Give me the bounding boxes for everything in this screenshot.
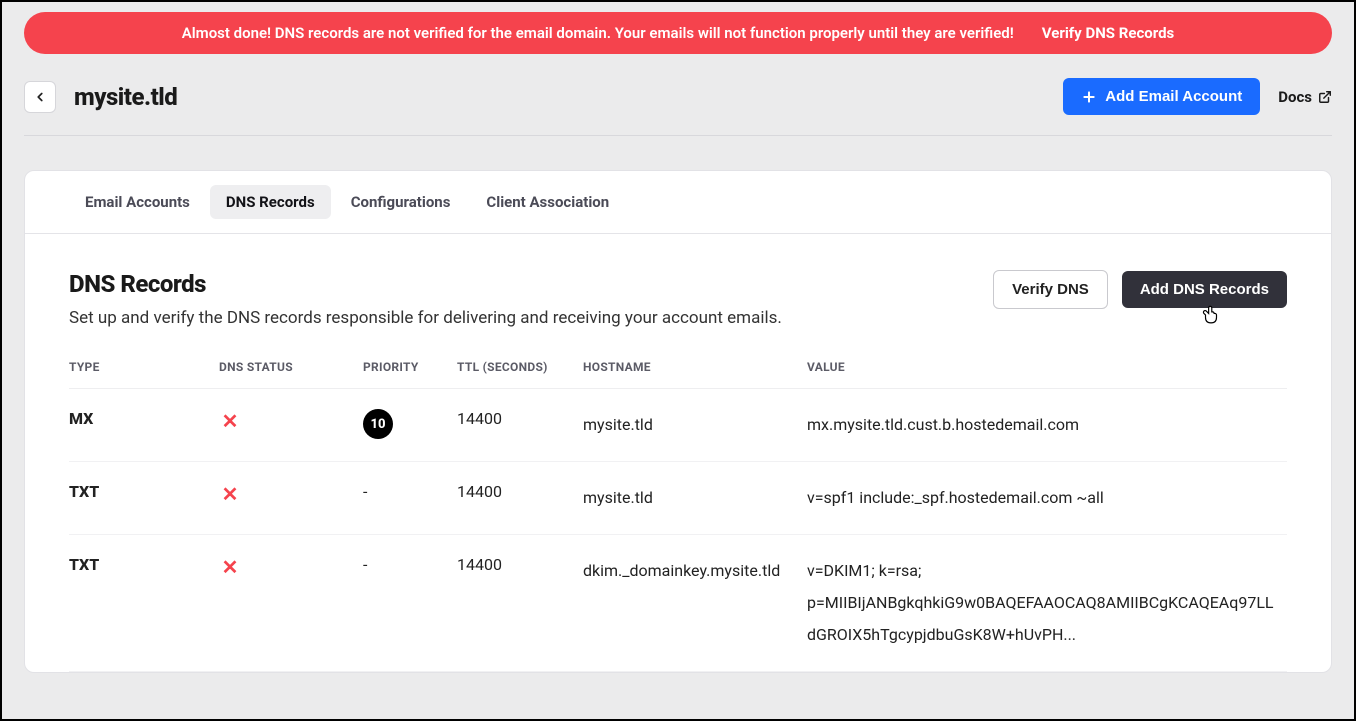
section-desc: Set up and verify the DNS records respon… bbox=[69, 308, 782, 328]
status-fail-icon: ✕ bbox=[219, 555, 241, 579]
col-ttl: TTL (SECONDS) bbox=[457, 348, 583, 389]
add-email-account-button[interactable]: Add Email Account bbox=[1063, 78, 1260, 115]
page-title: mysite.tld bbox=[74, 83, 1045, 111]
section-title: DNS Records bbox=[69, 270, 782, 298]
tab-configurations[interactable]: Configurations bbox=[335, 185, 467, 219]
page-header: mysite.tld Add Email Account Docs bbox=[24, 54, 1332, 136]
plus-icon bbox=[1081, 89, 1097, 105]
add-dns-records-button[interactable]: Add DNS Records bbox=[1122, 271, 1287, 308]
alert-message: Almost done! DNS records are not verifie… bbox=[182, 24, 1014, 42]
col-status: DNS STATUS bbox=[219, 348, 363, 389]
cell-type: MX bbox=[69, 389, 219, 462]
chevron-left-icon bbox=[33, 90, 47, 104]
table-row: TXT ✕ - 14400 dkim._domainkey.mysite.tld… bbox=[69, 535, 1287, 672]
table-row: TXT ✕ - 14400 mysite.tld v=spf1 include:… bbox=[69, 462, 1287, 535]
external-link-icon bbox=[1318, 90, 1332, 104]
dns-alert-banner: Almost done! DNS records are not verifie… bbox=[24, 12, 1332, 54]
cell-type: TXT bbox=[69, 535, 219, 672]
col-type: TYPE bbox=[69, 348, 219, 389]
col-value: VALUE bbox=[807, 348, 1287, 389]
cell-value: v=spf1 include:_spf.hostedemail.com ~all bbox=[807, 462, 1287, 535]
status-fail-icon: ✕ bbox=[219, 482, 241, 506]
cell-type: TXT bbox=[69, 462, 219, 535]
main-card: Email Accounts DNS Records Configuration… bbox=[24, 170, 1332, 673]
add-email-account-label: Add Email Account bbox=[1105, 88, 1242, 105]
verify-dns-button[interactable]: Verify DNS bbox=[993, 270, 1108, 309]
cell-ttl: 14400 bbox=[457, 389, 583, 462]
cell-priority: - bbox=[363, 535, 457, 672]
col-hostname: HOSTNAME bbox=[583, 348, 807, 389]
cell-priority: - bbox=[363, 462, 457, 535]
cell-ttl: 14400 bbox=[457, 535, 583, 672]
verify-dns-records-link[interactable]: Verify DNS Records bbox=[1042, 24, 1174, 42]
pointer-cursor-icon bbox=[1201, 304, 1221, 331]
tabs: Email Accounts DNS Records Configuration… bbox=[25, 171, 1331, 234]
col-priority: PRIORITY bbox=[363, 348, 457, 389]
cell-ttl: 14400 bbox=[457, 462, 583, 535]
cell-value: v=DKIM1; k=rsa; p=MIIBIjANBgkqhkiG9w0BAQ… bbox=[807, 535, 1287, 672]
back-button[interactable] bbox=[24, 81, 56, 113]
priority-badge: 10 bbox=[363, 409, 393, 439]
dns-records-table: TYPE DNS STATUS PRIORITY TTL (SECONDS) H… bbox=[69, 348, 1287, 672]
table-row: MX ✕ 10 14400 mysite.tld mx.mysite.tld.c… bbox=[69, 389, 1287, 462]
docs-link[interactable]: Docs bbox=[1278, 88, 1332, 106]
cell-hostname: mysite.tld bbox=[583, 462, 807, 535]
docs-label: Docs bbox=[1278, 88, 1312, 106]
tab-dns-records[interactable]: DNS Records bbox=[210, 185, 331, 219]
tab-client-association[interactable]: Client Association bbox=[470, 185, 625, 219]
cell-value: mx.mysite.tld.cust.b.hostedemail.com bbox=[807, 389, 1287, 462]
hand-pointer-icon bbox=[1201, 304, 1221, 326]
cell-hostname: dkim._domainkey.mysite.tld bbox=[583, 535, 807, 672]
tab-email-accounts[interactable]: Email Accounts bbox=[69, 185, 206, 219]
cell-hostname: mysite.tld bbox=[583, 389, 807, 462]
tab-content: DNS Records Set up and verify the DNS re… bbox=[25, 234, 1331, 672]
status-fail-icon: ✕ bbox=[219, 409, 241, 433]
